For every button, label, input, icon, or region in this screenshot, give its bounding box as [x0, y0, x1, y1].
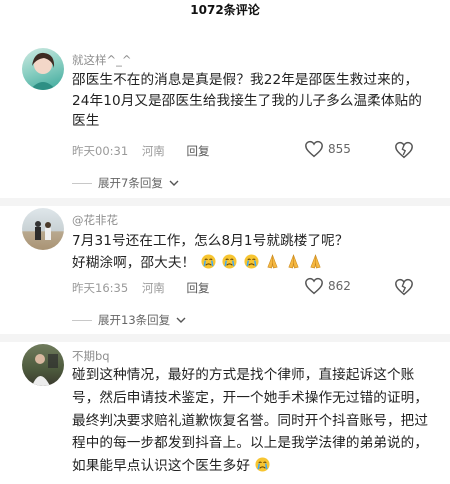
comments-count-title: 1072条评论: [190, 3, 260, 17]
comment-time: 昨天00:31: [72, 144, 129, 158]
comment-location: 河南: [141, 281, 165, 295]
chevron-down-icon: [169, 180, 179, 186]
comment-divider: [0, 334, 450, 342]
comment-meta: 昨天16:35 河南 回复: [72, 280, 219, 296]
expand-replies-label: 展开7条回复: [98, 176, 163, 190]
comment-meta: 昨天00:31 河南 回复: [72, 143, 219, 159]
broken-heart-icon: [395, 278, 413, 296]
comment-item: 不期bq 碰到这种情况，最好的方式是找个律师，直接起诉这个账号，然后申请技术鉴定…: [0, 342, 450, 484]
crying-face-icon: [222, 254, 237, 269]
comment-text: 邵医生不在的消息是真是假？我22年是邵医生救过来的，24年10月又是邵医生给我接…: [72, 72, 422, 129]
praying-hands-icon: [267, 254, 278, 269]
comment-text-line: 好糊涂啊，邵大夫！: [72, 252, 432, 274]
like-count: 855: [328, 142, 351, 156]
crying-face-icon: [201, 254, 216, 269]
dislike-button[interactable]: [394, 278, 414, 300]
comment-actions: 855: [304, 140, 414, 162]
comment-username[interactable]: @花非花: [72, 212, 118, 228]
expand-replies-button[interactable]: 展开13条回复: [72, 312, 186, 328]
reply-button[interactable]: 回复: [186, 144, 209, 158]
comment-actions: 862: [304, 277, 414, 299]
like-button[interactable]: 862: [304, 277, 351, 295]
crying-face-icon: [255, 457, 270, 472]
comment-item: @花非花 7月31号还在工作，怎么8月1号就跳楼了呢？ 好糊涂啊，邵大夫！ 昨天…: [0, 206, 450, 336]
dislike-button[interactable]: [394, 141, 414, 163]
avatar-person-photo-icon: [32, 354, 58, 386]
comment-username[interactable]: 就这样^_^: [72, 52, 132, 68]
comment-text: 碰到这种情况，最好的方式是找个律师，直接起诉这个账号，然后申请技术鉴定，开一个她…: [72, 364, 432, 478]
like-count: 862: [328, 279, 351, 293]
heart-icon: [305, 140, 323, 158]
expand-divider-line: [72, 182, 92, 184]
comment-text-line: 7月31号还在工作，怎么8月1号就跳楼了呢？: [72, 233, 349, 249]
avatar-couple-photo-icon: [35, 221, 51, 240]
avatar[interactable]: [22, 48, 64, 90]
expand-replies-button[interactable]: 展开7条回复: [72, 175, 179, 191]
reply-button[interactable]: 回复: [186, 281, 209, 295]
avatar-portrait-icon: [30, 52, 56, 90]
expand-divider-line: [72, 319, 92, 321]
comment-time: 昨天16:35: [72, 281, 129, 295]
praying-hands-icon: [288, 254, 299, 269]
avatar[interactable]: [22, 208, 64, 250]
chevron-down-icon: [176, 317, 186, 323]
comment-divider: [0, 198, 450, 206]
broken-heart-icon: [395, 141, 413, 159]
comment-username[interactable]: 不期bq: [72, 348, 110, 364]
comment-text-part: 好糊涂啊，邵大夫！: [72, 255, 196, 271]
comment-text-part: 碰到这种情况，最好的方式是找个律师，直接起诉这个账号，然后申请技术鉴定，开一个她…: [72, 367, 429, 475]
praying-hands-icon: [310, 254, 321, 269]
crying-face-icon: [243, 254, 259, 269]
like-button[interactable]: 855: [304, 140, 351, 158]
avatar[interactable]: [22, 344, 64, 386]
comment-text: 7月31号还在工作，怎么8月1号就跳楼了呢？ 好糊涂啊，邵大夫！: [72, 230, 432, 274]
comment-location: 河南: [141, 144, 165, 158]
heart-icon: [305, 277, 323, 295]
comment-item: 就这样^_^ 邵医生不在的消息是真是假？我22年是邵医生救过来的，24年10月又…: [0, 22, 450, 202]
expand-replies-label: 展开13条回复: [98, 313, 171, 327]
